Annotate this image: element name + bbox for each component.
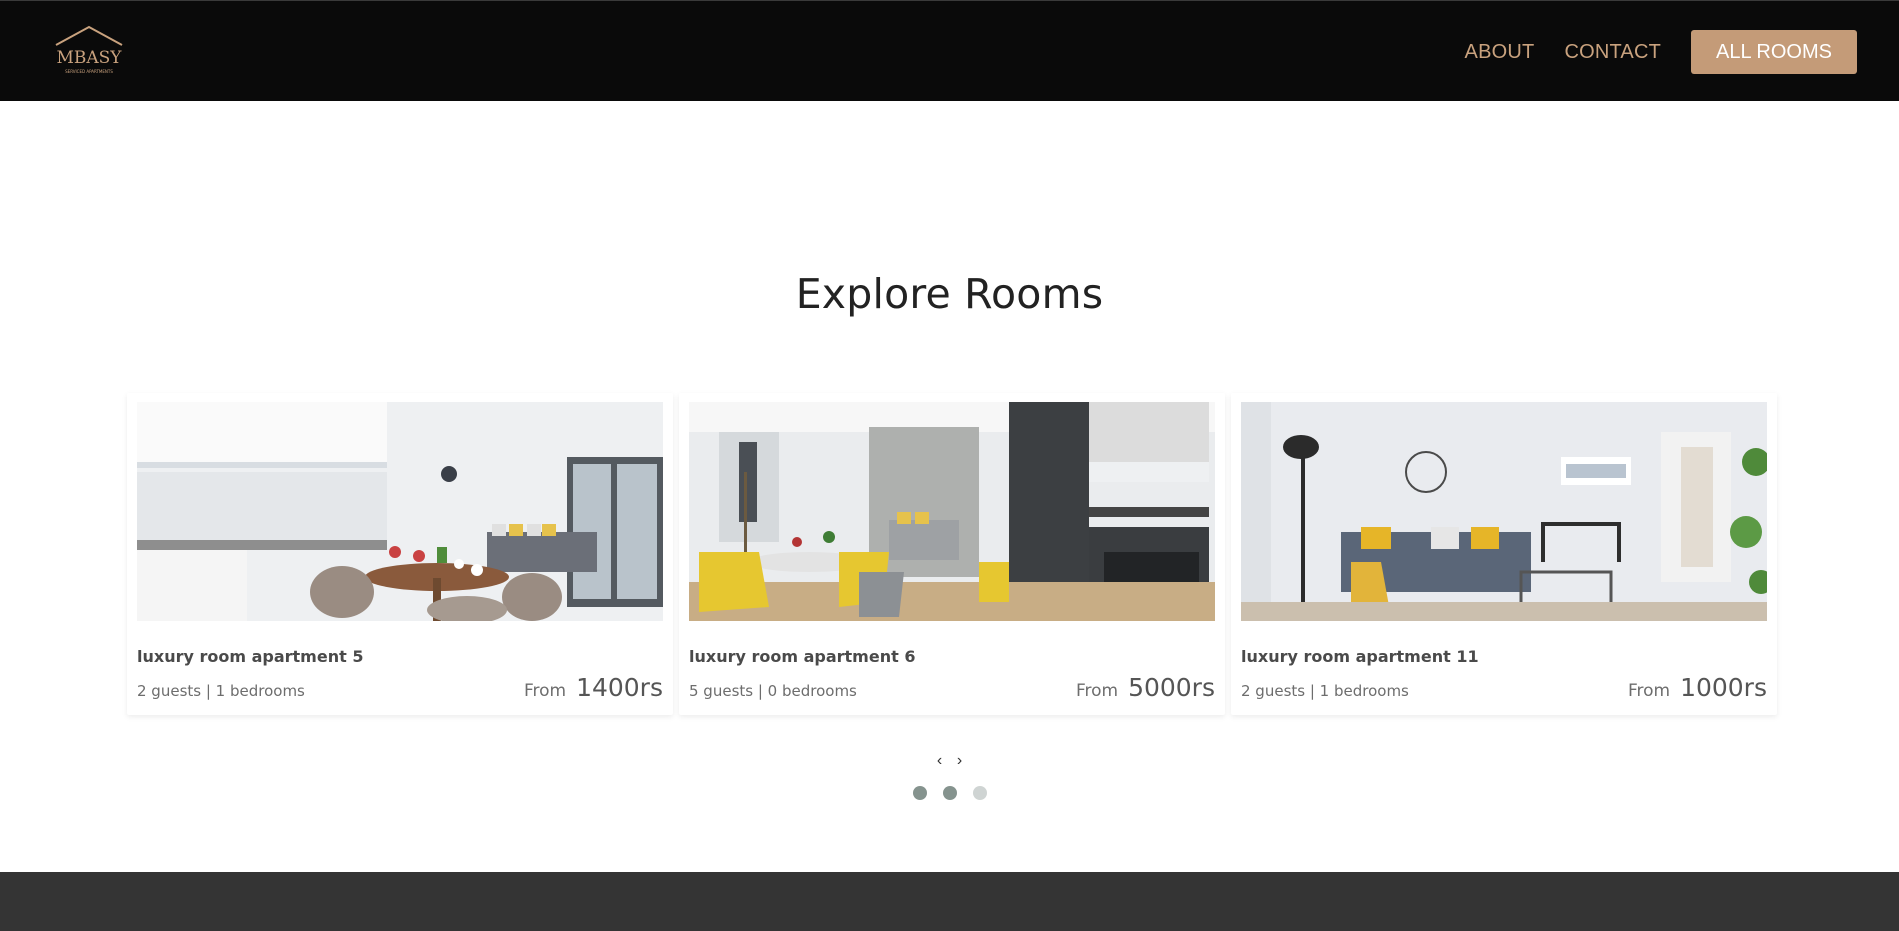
room-details: 5 guests | 0 bedrooms xyxy=(689,682,857,700)
room-photo[interactable] xyxy=(1241,402,1767,621)
carousel-dot[interactable] xyxy=(942,786,957,800)
house-roof-logo-icon: MBASY SERVICED APARTMENTS xyxy=(48,23,130,81)
price-from-label: From xyxy=(1075,681,1119,701)
price-from-label: From xyxy=(1627,681,1671,701)
site-header: MBASY SERVICED APARTMENTS ABOUT CONTACT … xyxy=(0,0,1899,101)
price-from-label: From xyxy=(523,681,567,701)
room-price: From 1000rs xyxy=(1628,673,1767,702)
room-title[interactable]: luxury room apartment 11 xyxy=(1241,647,1479,666)
logo-subtext: SERVICED APARTMENTS xyxy=(65,69,113,74)
carousel-arrows: ‹ › xyxy=(0,752,1899,770)
room-card[interactable]: luxury room apartment 5 2 guests | 1 bed… xyxy=(127,393,673,715)
chevron-left-icon[interactable]: ‹ xyxy=(935,752,945,770)
nav-about-link[interactable]: ABOUT xyxy=(1465,41,1535,64)
carousel-dots xyxy=(0,786,1899,800)
room-details: 2 guests | 1 bedrooms xyxy=(1241,682,1409,700)
room-photo[interactable] xyxy=(137,402,663,621)
room-photo[interactable] xyxy=(689,402,1215,621)
main-nav: ABOUT CONTACT ALL ROOMS xyxy=(1465,30,1857,74)
price-value: 1000rs xyxy=(1680,673,1767,702)
room-price: From 5000rs xyxy=(1076,673,1215,702)
site-footer xyxy=(0,872,1899,931)
nav-contact-link[interactable]: CONTACT xyxy=(1564,41,1661,64)
rooms-carousel: luxury room apartment 5 2 guests | 1 bed… xyxy=(127,393,1777,715)
room-title[interactable]: luxury room apartment 6 xyxy=(689,647,915,666)
logo-wordmark: MBASY xyxy=(56,48,122,68)
carousel-dot[interactable] xyxy=(972,786,987,800)
room-details: 2 guests | 1 bedrooms xyxy=(137,682,305,700)
room-price: From 1400rs xyxy=(524,673,663,702)
chevron-right-icon[interactable]: › xyxy=(955,752,965,770)
section-title: Explore Rooms xyxy=(795,270,1104,318)
room-card[interactable]: luxury room apartment 6 5 guests | 0 bed… xyxy=(679,393,1225,715)
room-card[interactable]: luxury room apartment 11 2 guests | 1 be… xyxy=(1231,393,1777,715)
price-value: 1400rs xyxy=(576,673,663,702)
site-logo[interactable]: MBASY SERVICED APARTMENTS xyxy=(48,23,130,81)
room-title[interactable]: luxury room apartment 5 xyxy=(137,647,363,666)
price-value: 5000rs xyxy=(1128,673,1215,702)
carousel-dot[interactable] xyxy=(912,786,927,800)
all-rooms-button[interactable]: ALL ROOMS xyxy=(1691,30,1857,74)
